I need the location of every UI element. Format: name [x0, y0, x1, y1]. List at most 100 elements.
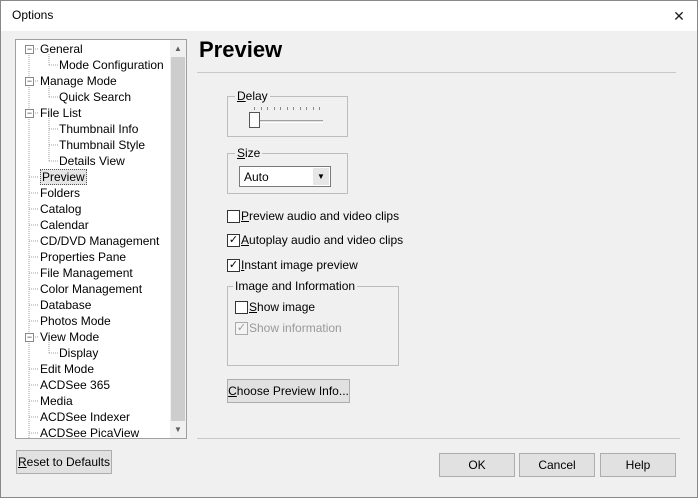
slider-tick: [280, 107, 281, 110]
tree-item-label: File Management: [40, 266, 133, 280]
tree-item-label: Preview: [40, 169, 87, 185]
slider-tick: [260, 107, 262, 110]
close-icon[interactable]: ✕: [669, 6, 689, 26]
tree-item[interactable]: ACDSee Indexer: [40, 409, 130, 425]
tree-item[interactable]: Properties Pane: [40, 249, 126, 265]
tree-item[interactable]: Details View: [59, 153, 125, 169]
tree-item-label: Color Management: [40, 282, 143, 296]
tree-item-label: ACDSee PicaView: [40, 426, 140, 439]
tree-item-label: Catalog: [40, 202, 82, 216]
options-dialog: Options ✕ General − Mode Configuration Mana…: [0, 0, 698, 498]
chevron-down-icon[interactable]: ▼: [313, 168, 329, 185]
slider-tick: [306, 107, 307, 110]
tree-item-label: General: [40, 42, 83, 56]
size-select[interactable]: Auto ▼: [239, 166, 331, 187]
tree-item[interactable]: Media: [40, 393, 73, 409]
tree-item[interactable]: General: [40, 41, 83, 57]
choose-preview-info-button[interactable]: Choose Preview Info...: [227, 379, 350, 403]
reset-to-defaults-button[interactable]: Reset to Defaults: [16, 450, 112, 474]
tree-item[interactable]: Thumbnail Info: [59, 121, 138, 137]
tree-item[interactable]: ACDSee 365: [40, 377, 110, 393]
tree-item-label: CD/DVD Management: [40, 234, 160, 248]
tree-item[interactable]: Photos Mode: [40, 313, 111, 329]
cancel-button[interactable]: Cancel: [519, 453, 595, 477]
tree-scrollbar[interactable]: ▲ ▼: [170, 40, 186, 438]
ok-button[interactable]: OK: [439, 453, 515, 477]
instant-preview-checkbox[interactable]: ✓: [227, 259, 240, 272]
tree-item-label: Photos Mode: [40, 314, 111, 328]
tree-item-label: Details View: [59, 154, 125, 168]
show-information-checkbox: ✓: [235, 322, 248, 335]
slider-tick: [319, 107, 320, 110]
tree-item[interactable]: Mode Configuration: [59, 57, 164, 73]
size-group-label: Size: [235, 146, 263, 160]
tree-item[interactable]: Catalog: [40, 201, 81, 217]
tree-item-label: Media: [40, 394, 73, 408]
tree-item-label: Thumbnail Info: [59, 122, 139, 136]
show-image-checkbox[interactable]: [235, 301, 248, 314]
collapse-icon[interactable]: −: [25, 109, 34, 118]
tree-item-label: View Mode: [40, 330, 100, 344]
image-info-group-label: Image and Information: [233, 279, 358, 293]
slider-tick: [312, 107, 314, 110]
page-title: Preview: [199, 37, 283, 62]
tree-item[interactable]: Color Management: [40, 281, 142, 297]
footer-divider: [197, 438, 680, 439]
tree-item-label: Calendar: [40, 218, 89, 232]
tree-item-label: Database: [40, 298, 92, 312]
collapse-icon[interactable]: −: [25, 45, 34, 54]
size-select-value: Auto: [244, 170, 269, 184]
tree-item-label: Thumbnail Style: [59, 138, 146, 152]
tree-item-label: Quick Search: [59, 90, 132, 104]
tree-item[interactable]: Folders: [40, 185, 80, 201]
options-tree[interactable]: General − Mode Configuration Manage Mode − Qu…: [15, 39, 187, 439]
slider-tick: [254, 107, 255, 110]
title-divider: [197, 72, 676, 73]
tree-item[interactable]: Database: [40, 297, 91, 313]
tree-item[interactable]: Display: [59, 345, 98, 361]
tree-item[interactable]: Manage Mode: [40, 73, 117, 89]
scroll-thumb[interactable]: [171, 57, 185, 421]
tree-item[interactable]: Quick Search: [59, 89, 131, 105]
scroll-down-arrow-icon[interactable]: ▼: [170, 421, 186, 438]
tree-item[interactable]: View Mode: [40, 329, 99, 345]
tree-item[interactable]: CD/DVD Management: [40, 233, 159, 249]
preview-clips-checkbox[interactable]: [227, 210, 240, 223]
window-title: Options: [12, 8, 54, 22]
tree-item[interactable]: File Management: [40, 265, 133, 281]
tree-item-label: Folders: [40, 186, 81, 200]
slider-tick: [267, 107, 268, 110]
delay-slider-track[interactable]: [251, 120, 323, 123]
slider-tick: [299, 107, 301, 110]
delay-slider-thumb[interactable]: [249, 112, 260, 128]
preview-clips-label[interactable]: Preview audio and video clips: [241, 209, 399, 223]
tree-item[interactable]: Edit Mode: [40, 361, 94, 377]
slider-tick: [286, 107, 288, 110]
tree-item-label: Edit Mode: [40, 362, 95, 376]
autoplay-clips-label[interactable]: Autoplay audio and video clips: [241, 233, 403, 247]
tree-item-label: Properties Pane: [40, 250, 127, 264]
tree-item-label: Display: [59, 346, 99, 360]
tree-item-label: Manage Mode: [40, 74, 117, 88]
tree-item-label: ACDSee 365: [40, 378, 111, 392]
tree-item[interactable]: Thumbnail Style: [59, 137, 145, 153]
collapse-icon[interactable]: −: [25, 333, 34, 342]
collapse-icon[interactable]: −: [25, 77, 34, 86]
tree-item[interactable]: ACDSee PicaView: [40, 425, 140, 439]
instant-preview-label[interactable]: Instant image preview: [241, 258, 358, 272]
delay-group-label: Delay: [235, 89, 270, 103]
title-bar: Options ✕: [1, 1, 697, 31]
show-image-label[interactable]: Show image: [249, 300, 315, 314]
help-button[interactable]: Help: [600, 453, 676, 477]
tree-item-label: ACDSee Indexer: [40, 410, 131, 424]
tree-item[interactable]: Calendar: [40, 217, 89, 233]
autoplay-clips-checkbox[interactable]: ✓: [227, 234, 240, 247]
tree-item-label: Mode Configuration: [59, 58, 164, 72]
slider-tick: [293, 107, 294, 110]
tree-item-label: File List: [40, 106, 82, 120]
tree-item[interactable]: File List: [40, 105, 81, 121]
show-information-label: Show information: [249, 321, 342, 335]
tree-item[interactable]: Preview: [40, 169, 87, 185]
scroll-up-arrow-icon[interactable]: ▲: [170, 40, 186, 57]
slider-tick: [273, 107, 275, 110]
